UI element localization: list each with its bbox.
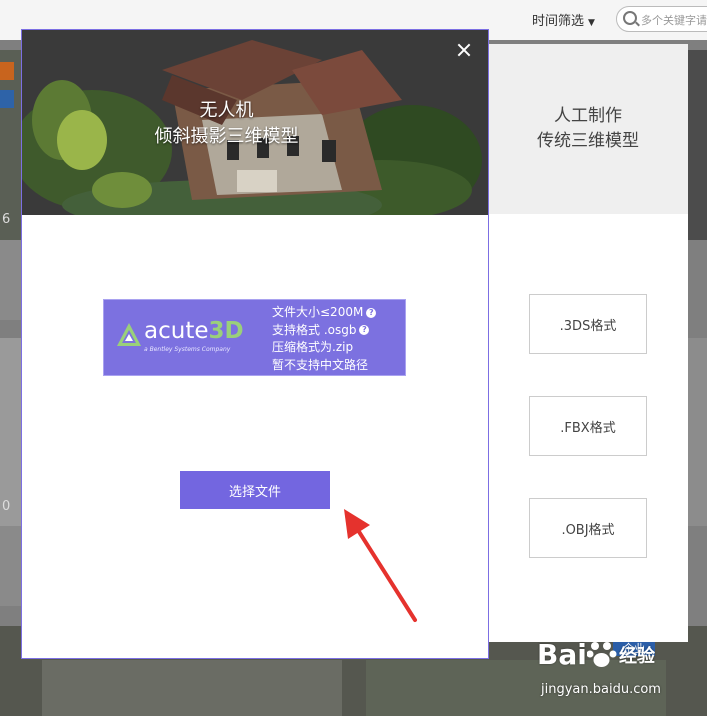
search-icon bbox=[623, 11, 637, 25]
bg-tag bbox=[0, 90, 14, 108]
bg-count: 0 bbox=[2, 499, 11, 514]
watermark-brand: Bai bbox=[537, 638, 587, 671]
logo-brand: acute bbox=[144, 318, 209, 344]
format-fbx-button[interactable]: .FBX格式 bbox=[529, 396, 647, 456]
watermark-brand-tail: 经验 bbox=[619, 646, 655, 667]
chevron-down-icon: ▼ bbox=[588, 18, 595, 28]
traditional-model-panel: 人工制作 传统三维模型 .3DS格式 .FBX格式 .OBJ格式 bbox=[488, 44, 688, 642]
requirements-list: 文件大小≤200M? 支持格式 .osgb? 压缩格式为.zip 暂不支持中文路… bbox=[272, 304, 377, 374]
traditional-title-line2: 传统三维模型 bbox=[537, 131, 639, 151]
traditional-model-header[interactable]: 人工制作 传统三维模型 bbox=[488, 44, 688, 214]
paw-icon bbox=[587, 642, 617, 667]
bg-count: 6 bbox=[2, 212, 11, 227]
search-placeholder: 多个关键字请 bbox=[641, 14, 707, 27]
time-filter-dropdown[interactable]: 时间筛选 ▼ bbox=[532, 10, 595, 29]
time-filter-label: 时间筛选 bbox=[532, 14, 585, 29]
hero-title: 无人机 倾斜摄影三维模型 bbox=[22, 98, 431, 150]
format-3ds-button[interactable]: .3DS格式 bbox=[529, 294, 647, 354]
acute3d-logo: acute3D a Bentley Systems Company bbox=[116, 318, 266, 358]
hero-title-line2: 倾斜摄影三维模型 bbox=[154, 126, 299, 147]
bg-tag bbox=[0, 62, 14, 80]
format-obj-button[interactable]: .OBJ格式 bbox=[529, 498, 647, 558]
supported-format: 支持格式 .osgb bbox=[272, 322, 357, 337]
logo-brand-suffix: 3D bbox=[208, 318, 244, 344]
bg-card bbox=[0, 526, 22, 606]
bg-thumbnail bbox=[0, 338, 22, 526]
red-arrow-annotation bbox=[344, 509, 417, 622]
path-note: 暂不支持中文路径 bbox=[272, 357, 369, 372]
compress-format: 压缩格式为.zip bbox=[272, 340, 354, 354]
logo-subtitle: a Bentley Systems Company bbox=[144, 346, 231, 353]
baidu-jingyan-watermark: Bai 经验 jingyan.baidu.com bbox=[537, 638, 697, 700]
bg-thumbnail bbox=[688, 338, 707, 526]
upload-requirements-box: acute3D a Bentley Systems Company 文件大小≤2… bbox=[103, 299, 406, 376]
hero-banner: 无人机 倾斜摄影三维模型 bbox=[22, 30, 488, 215]
close-icon[interactable] bbox=[452, 38, 476, 62]
watermark-url: jingyan.baidu.com bbox=[541, 682, 661, 697]
help-icon[interactable]: ? bbox=[366, 307, 377, 318]
bg-thumbnail bbox=[42, 660, 342, 716]
file-size-limit: 文件大小≤200M bbox=[272, 305, 364, 319]
select-file-button[interactable]: 选择文件 bbox=[180, 471, 330, 509]
bg-card bbox=[0, 240, 22, 320]
traditional-title-line1: 人工制作 bbox=[554, 106, 622, 126]
search-input[interactable]: 多个关键字请 bbox=[616, 6, 707, 32]
help-icon[interactable]: ? bbox=[359, 325, 370, 335]
hero-title-line1: 无人机 bbox=[199, 100, 254, 121]
acute3d-triangle-icon bbox=[117, 323, 141, 346]
bg-thumbnail bbox=[688, 50, 707, 240]
